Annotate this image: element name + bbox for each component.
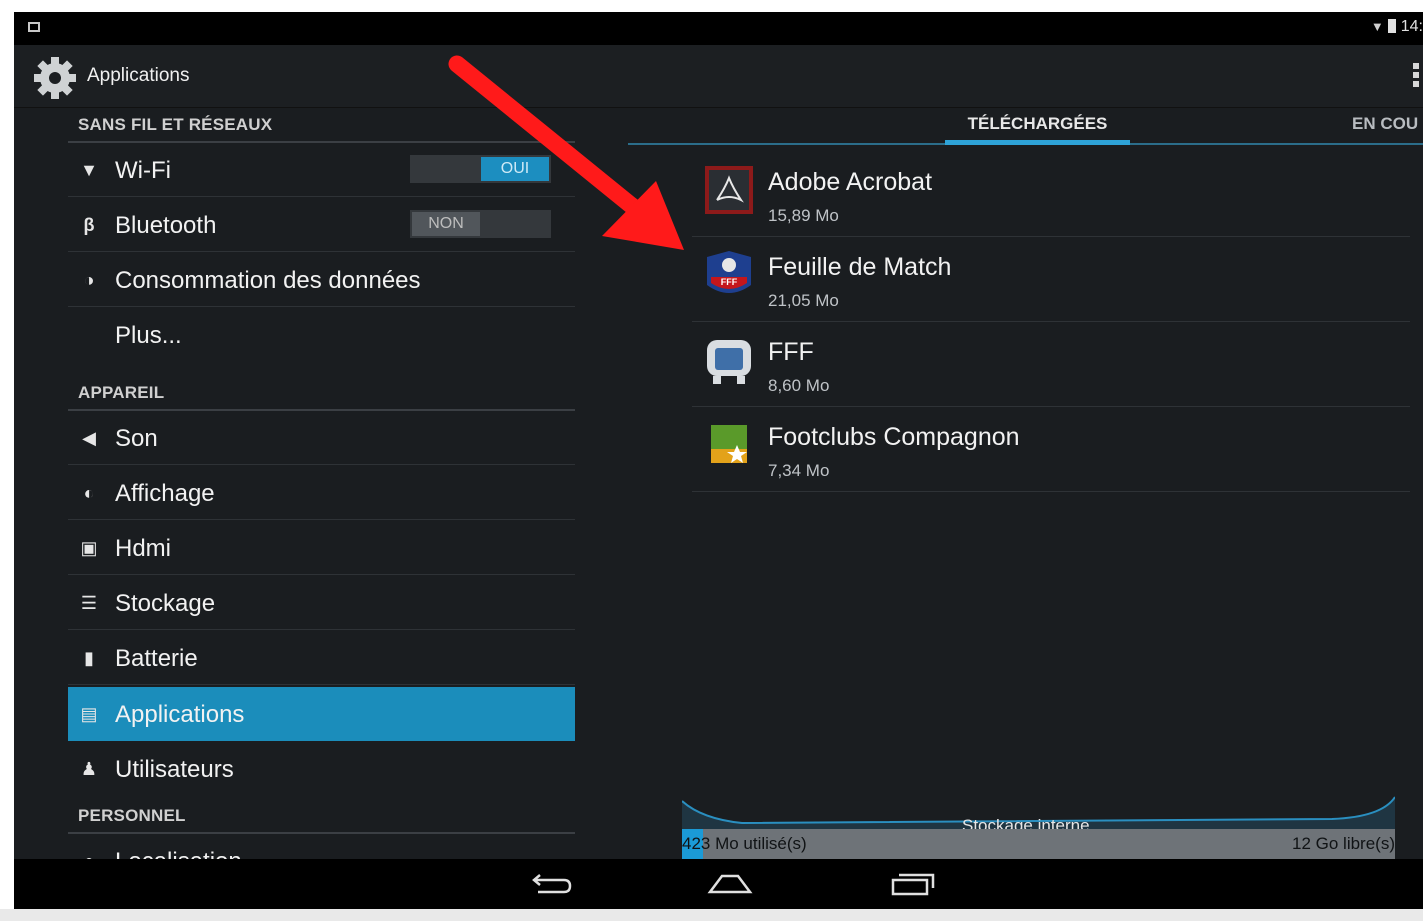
- item-label: Utilisateurs: [115, 756, 234, 783]
- navigation-bar: [14, 859, 1423, 909]
- app-size: 7,34 Mo: [768, 461, 830, 480]
- page-title: Applications: [87, 65, 190, 86]
- item-label: Batterie: [115, 645, 198, 672]
- app-row-footclubs-compagnon[interactable]: Footclubs Compagnon 7,34 Mo: [692, 407, 1410, 492]
- storage-free-text: 12 Go libre(s): [1292, 834, 1395, 853]
- item-label: Hdmi: [115, 535, 172, 562]
- item-label: Consommation des données: [115, 267, 421, 294]
- storage-used-text: 423 Mo utilisé(s): [682, 834, 807, 853]
- clock: 14:: [1400, 18, 1423, 35]
- active-tab-indicator: [945, 140, 1130, 145]
- wifi-toggle[interactable]: OUI: [410, 155, 551, 183]
- app-row-adobe-acrobat[interactable]: Adobe Acrobat 15,89 Mo: [692, 152, 1410, 237]
- recent-apps-button-icon[interactable]: [883, 868, 943, 902]
- item-label: Affichage: [115, 480, 215, 507]
- item-label: Applications: [115, 701, 245, 728]
- app-name: Feuille de Match: [768, 253, 952, 281]
- settings-item-users[interactable]: ♟ Utilisateurs: [68, 742, 575, 796]
- data-usage-icon: ◑: [83, 270, 95, 290]
- wifi-signal-icon: ▼: [1370, 19, 1384, 34]
- app-row-fff[interactable]: FFF 8,60 Mo: [692, 322, 1410, 407]
- settings-item-battery[interactable]: ▮ Batterie: [68, 631, 575, 685]
- item-label: Wi-Fi: [115, 157, 171, 184]
- adobe-acrobat-icon: [705, 166, 753, 214]
- settings-item-data-usage[interactable]: ◑ Consommation des données: [68, 253, 575, 307]
- settings-item-display[interactable]: ◐ Affichage: [68, 466, 575, 520]
- item-label: Bluetooth: [115, 212, 217, 239]
- storage-icon: ☰: [80, 593, 98, 613]
- app-name: Footclubs Compagnon: [768, 423, 1020, 451]
- back-button-icon[interactable]: [520, 868, 580, 902]
- settings-list: SANS FIL ET RÉSEAUX ▼ Wi-Fi OUI β Blueto…: [68, 107, 575, 875]
- app-name: FFF: [768, 338, 814, 366]
- item-label: Son: [115, 425, 158, 452]
- settings-gear-icon[interactable]: [32, 55, 78, 101]
- brightness-icon: ◐: [83, 483, 95, 503]
- settings-item-wifi[interactable]: ▼ Wi-Fi OUI: [68, 143, 575, 197]
- settings-item-bluetooth[interactable]: β Bluetooth NON: [68, 198, 575, 252]
- section-header-personal: PERSONNEL: [78, 806, 186, 825]
- storage-bar: 423 Mo utilisé(s) 12 Go libre(s): [682, 829, 1395, 859]
- item-label: Plus...: [115, 322, 182, 349]
- tab-running[interactable]: EN COU: [1352, 107, 1418, 141]
- footclubs-icon: [711, 425, 747, 463]
- fff-crest-icon: FFF: [707, 251, 751, 293]
- action-bar: Applications: [14, 45, 1423, 108]
- app-size: 21,05 Mo: [768, 291, 839, 310]
- settings-item-hdmi[interactable]: ▣ Hdmi: [68, 521, 575, 575]
- app-size: 8,60 Mo: [768, 376, 830, 395]
- speaker-icon: ◀: [82, 428, 96, 448]
- home-button-icon[interactable]: [700, 868, 760, 902]
- wifi-icon: ▼: [80, 160, 98, 180]
- status-right: ▼ 14:: [1371, 18, 1423, 36]
- status-bar: ▼ 14:: [14, 12, 1423, 45]
- section-header-device: APPAREIL: [78, 383, 165, 402]
- tab-downloaded[interactable]: TÉLÉCHARGÉES: [945, 107, 1130, 143]
- app-tabs: TÉLÉCHARGÉES EN COU: [628, 107, 1423, 145]
- battery-status-icon: [1387, 19, 1396, 33]
- settings-item-more[interactable]: Plus...: [68, 308, 575, 352]
- toggle-state: NON: [412, 212, 480, 236]
- settings-item-sound[interactable]: ◀ Son: [68, 411, 575, 465]
- item-label: Stockage: [115, 590, 216, 617]
- app-name: Adobe Acrobat: [768, 168, 933, 196]
- toggle-state: OUI: [481, 157, 549, 181]
- horizontal-scrollbar[interactable]: [0, 909, 1423, 921]
- notification-icon: [28, 22, 40, 32]
- apps-icon: ▤: [80, 704, 98, 724]
- svg-text:FFF: FFF: [721, 277, 738, 287]
- app-row-feuille-de-match[interactable]: FFF Feuille de Match 21,05 Mo: [692, 237, 1410, 322]
- fff-app-icon: [707, 340, 751, 384]
- users-icon: ♟: [80, 759, 98, 779]
- bluetooth-icon: β: [83, 215, 95, 235]
- section-header-wireless: SANS FIL ET RÉSEAUX: [78, 115, 273, 134]
- applications-panel: TÉLÉCHARGÉES EN COU Adobe Acrobat 15,89 …: [628, 107, 1423, 867]
- android-screen: ▼ 14: Applications SANS FIL ET RÉSEAUX ▼: [14, 12, 1423, 909]
- internal-storage-meter: Stockage interne 423 Mo utilisé(s) 12 Go…: [682, 789, 1395, 859]
- overflow-menu-icon[interactable]: [1413, 63, 1421, 91]
- settings-item-applications[interactable]: ▤ Applications: [68, 687, 575, 741]
- bluetooth-toggle[interactable]: NON: [410, 210, 551, 238]
- app-size: 15,89 Mo: [768, 206, 839, 225]
- settings-item-storage[interactable]: ☰ Stockage: [68, 576, 575, 630]
- hdmi-icon: ▣: [80, 538, 98, 558]
- battery-icon: ▮: [84, 648, 94, 668]
